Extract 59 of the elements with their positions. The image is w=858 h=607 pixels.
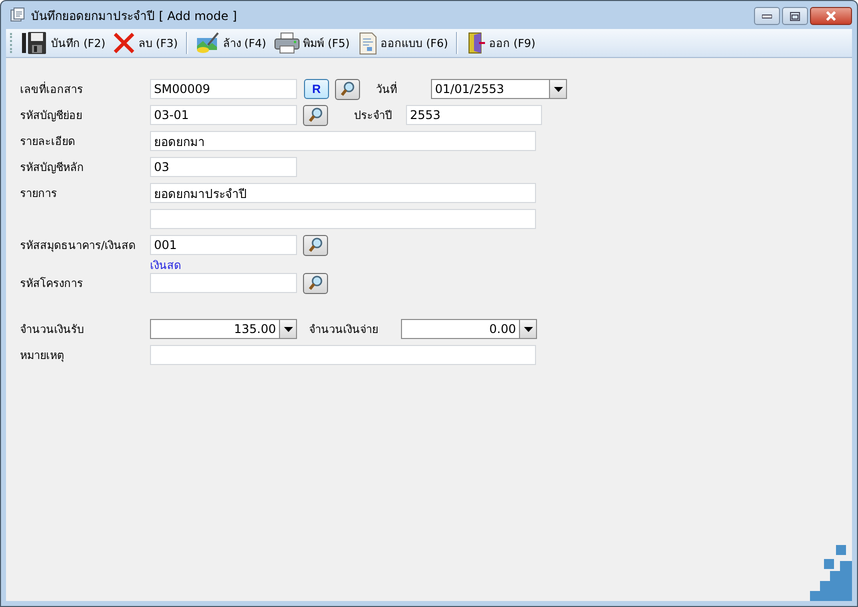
pay-amount-field[interactable]: 0.00 [401, 319, 537, 339]
maximize-icon [790, 12, 800, 20]
field-label: หมายเหตุ [20, 348, 65, 364]
resize-grip-drawing [808, 543, 852, 601]
floppy-disk-icon [22, 31, 48, 55]
dropdown-arrow-icon [524, 326, 532, 332]
field-label: รหัสโครงการ [20, 276, 84, 292]
sub-account-field[interactable]: 03-01 [150, 105, 297, 125]
search-button[interactable] [303, 234, 328, 256]
cross-icon [113, 32, 136, 54]
search-icon [340, 81, 356, 97]
minimize-icon [762, 13, 772, 19]
printer-icon [274, 32, 300, 54]
dropdown-arrow-icon [284, 326, 292, 332]
search-icon [308, 275, 324, 291]
close-button[interactable] [810, 7, 852, 25]
note-field[interactable] [150, 345, 536, 365]
delete-button[interactable]: ลบ (F3) [111, 30, 180, 56]
field-label: จำนวนเงินรับ [20, 322, 85, 338]
bank-name-text: เงินสด [150, 258, 181, 274]
field-label: วันที่ [376, 80, 398, 98]
exit-button[interactable]: ออก (F9) [464, 30, 538, 56]
project-code-field[interactable] [150, 273, 297, 293]
door-icon [466, 31, 486, 55]
receive-amount-field[interactable]: 135.00 [150, 319, 297, 339]
search-icon [308, 237, 324, 253]
date-dropdown[interactable]: 01/01/2553 [431, 79, 567, 99]
search-button[interactable] [335, 78, 360, 100]
dropdown-arrow-icon [554, 86, 562, 92]
bank-code-field[interactable]: 001 [150, 235, 297, 255]
description-field[interactable]: ยอดยกมาประจำปี [150, 183, 536, 203]
description-field[interactable] [150, 209, 536, 229]
design-button[interactable]: ออกแบบ (F6) [356, 30, 450, 56]
document-icon [358, 31, 378, 55]
close-icon [825, 11, 837, 21]
search-button[interactable] [303, 272, 328, 294]
search-icon [308, 107, 324, 123]
field-label: รหัสสมุดธนาคาร/เงินสด [20, 238, 137, 254]
save-button[interactable]: บันทึก (F2) [20, 30, 108, 56]
year-field[interactable]: 2553 [406, 105, 542, 125]
print-button[interactable]: พิมพ์ (F5) [272, 30, 352, 56]
field-label: ประจำปี [354, 108, 393, 124]
field-label: รหัสบัญชีหลัก [20, 160, 85, 176]
main-account-field[interactable]: 03 [150, 157, 297, 177]
maximize-button[interactable] [782, 7, 808, 25]
field-label: เลขที่เอกสาร [20, 80, 84, 98]
field-label: รหัสบัญชีย่อย [20, 108, 83, 124]
field-label: รายละเอียด [20, 134, 76, 150]
window-title: บันทึกยอดยกมาประจำปี [ Add mode ] [31, 8, 237, 24]
documents-icon [10, 7, 26, 23]
field-label: จำนวนเงินจ่าย [309, 322, 379, 338]
clear-button[interactable]: ล้าง (F4) [194, 30, 268, 56]
detail-field[interactable]: ยอดยกมา [150, 131, 536, 151]
field-label: รายการ [20, 186, 58, 202]
minimize-button[interactable] [754, 7, 780, 25]
document-number-field[interactable]: SM00009 [150, 79, 297, 99]
search-button[interactable] [303, 104, 328, 126]
paint-brush-icon [196, 32, 220, 54]
run-number-button[interactable]: R [304, 79, 329, 99]
